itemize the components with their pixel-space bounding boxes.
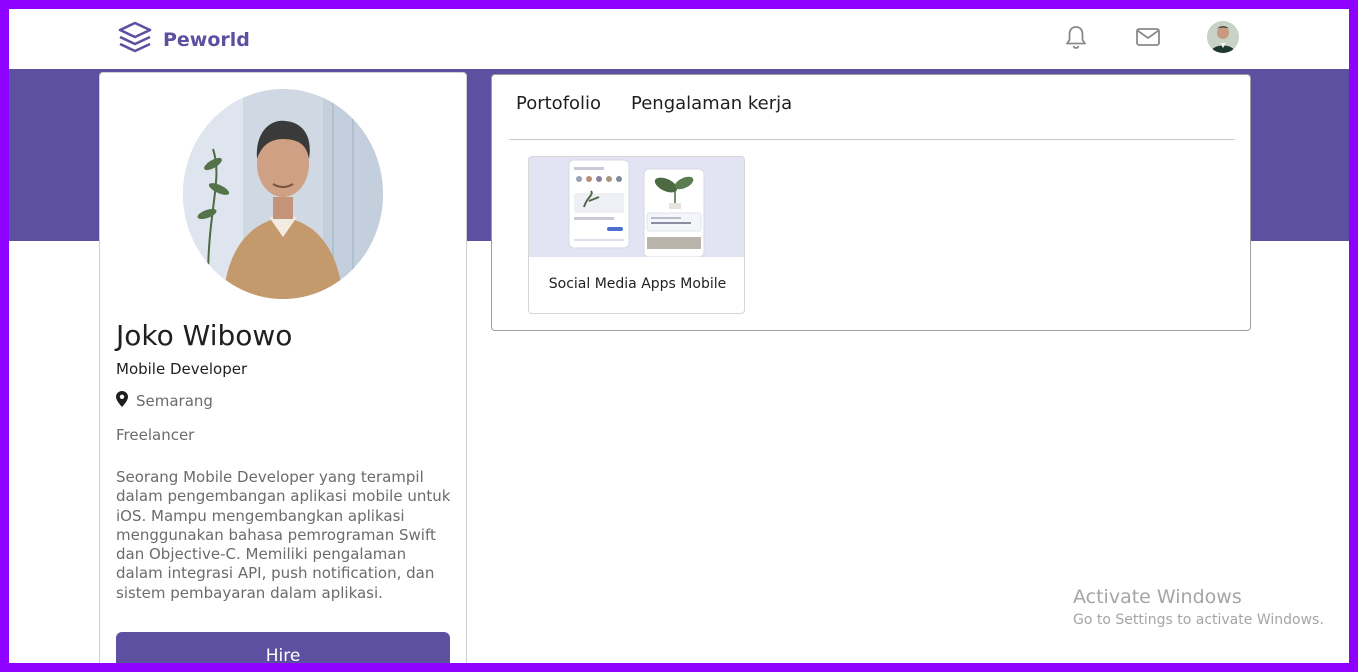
portfolio-card: Portofolio Pengalaman kerja Social Media… — [491, 74, 1251, 331]
tab-portfolio[interactable]: Portofolio — [516, 93, 601, 114]
location-text: Semarang — [136, 392, 213, 410]
tab-work-experience[interactable]: Pengalaman kerja — [631, 93, 792, 114]
tab-divider — [509, 139, 1235, 140]
mail-icon[interactable] — [1135, 24, 1161, 50]
top-navbar: Peworld — [9, 9, 1349, 69]
hire-button[interactable]: Hire — [116, 632, 450, 663]
layers-logo-icon — [117, 21, 153, 59]
bell-icon[interactable] — [1063, 24, 1089, 50]
profile-description: Seorang Mobile Developer yang terampil d… — [116, 468, 451, 602]
employment-status: Freelancer — [116, 426, 195, 444]
portfolio-title: Social Media Apps Mobile — [548, 276, 727, 292]
profile-photo — [183, 89, 383, 299]
portfolio-item[interactable]: Social Media Apps Mobile — [528, 156, 745, 314]
profile-name: Joko Wibowo — [116, 319, 293, 352]
app-window: Peworld Joko Wibowo Mobile Developer Sem… — [9, 9, 1349, 663]
map-pin-icon — [116, 391, 128, 411]
profile-role: Mobile Developer — [116, 360, 248, 378]
profile-location: Semarang — [116, 391, 213, 411]
portfolio-thumbnail — [529, 157, 744, 258]
windows-activation-watermark: Activate Windows Go to Settings to activ… — [1073, 586, 1324, 628]
watermark-title: Activate Windows — [1073, 586, 1242, 608]
user-avatar[interactable] — [1207, 21, 1239, 53]
brand-logo[interactable]: Peworld — [117, 21, 250, 59]
profile-card: Joko Wibowo Mobile Developer Semarang Fr… — [99, 72, 467, 663]
nav-actions — [1063, 21, 1239, 53]
brand-name: Peworld — [163, 29, 250, 51]
watermark-subtitle: Go to Settings to activate Windows. — [1073, 612, 1324, 628]
